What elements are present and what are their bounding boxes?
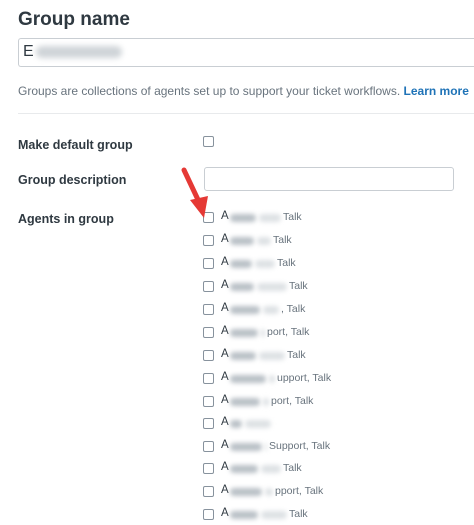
agent-role: pport, Talk <box>275 485 324 497</box>
agent-name-initial: A <box>221 371 229 383</box>
agents-in-group-label: Agents in group <box>18 212 114 226</box>
redacted-agent-role <box>261 329 265 337</box>
agent-row[interactable]: A Talk <box>203 233 463 249</box>
redacted-agent-role <box>255 260 275 268</box>
agent-role: Talk <box>289 280 308 292</box>
agent-role: Talk <box>283 211 302 223</box>
redacted-agent-role <box>245 420 271 428</box>
agent-role: , Talk <box>281 303 306 315</box>
agent-row[interactable]: Aupport, Talk <box>203 371 463 387</box>
group-name-title: Group name <box>18 9 130 30</box>
agent-checkbox[interactable] <box>203 327 214 338</box>
agent-checkbox[interactable] <box>203 463 214 474</box>
agent-row[interactable]: A Talk <box>203 507 463 523</box>
agent-row[interactable]: A Support, Talk <box>203 439 463 455</box>
group-form: Group name E Groups are collections of a… <box>0 0 474 525</box>
redacted-agent-role <box>259 352 285 360</box>
agent-checkbox[interactable] <box>203 509 214 520</box>
agent-row[interactable]: A , Talk <box>203 302 463 318</box>
agent-row[interactable]: Aport, Talk <box>203 394 463 410</box>
redacted-agent-name <box>230 420 242 428</box>
learn-more-link[interactable]: Learn more <box>404 84 469 98</box>
redacted-agent-role <box>263 398 269 406</box>
agent-role: port, Talk <box>267 326 310 338</box>
agent-role: Talk <box>277 257 296 269</box>
agent-row[interactable]: A Talk <box>203 210 463 226</box>
agent-name-initial: A <box>221 256 229 268</box>
agent-name-initial: A <box>221 394 229 406</box>
agent-role: Talk <box>283 462 302 474</box>
redacted-agent-name <box>230 443 262 451</box>
agent-checkbox[interactable] <box>203 373 214 384</box>
agent-checkbox[interactable] <box>203 258 214 269</box>
agent-row[interactable]: Apport, Talk <box>203 484 463 500</box>
agent-name-initial: A <box>221 279 229 291</box>
agent-name-initial: A <box>221 302 229 314</box>
group-description-input[interactable] <box>204 167 454 191</box>
redacted-agent-role <box>265 443 267 451</box>
default-group-checkbox[interactable] <box>203 136 214 147</box>
agent-checkbox[interactable] <box>203 396 214 407</box>
redacted-agent-name <box>230 375 266 383</box>
redacted-agent-name <box>230 329 258 337</box>
redacted-agent-name <box>230 214 256 222</box>
agent-checkbox[interactable] <box>203 418 214 429</box>
agent-name-initial: A <box>221 461 229 473</box>
agent-row[interactable]: A Talk <box>203 348 463 364</box>
redacted-agent-role <box>261 511 287 519</box>
agent-row[interactable]: Aport, Talk <box>203 325 463 341</box>
agent-name-initial: A <box>221 416 229 428</box>
divider <box>18 113 474 114</box>
agent-role: Support, Talk <box>269 440 331 452</box>
agent-checkbox[interactable] <box>203 304 214 315</box>
redacted-agent-role <box>261 465 281 473</box>
redacted-agent-name <box>230 488 262 496</box>
help-description: Groups are collections of agents set up … <box>18 84 401 98</box>
redacted-agent-role <box>257 283 287 291</box>
agent-name-initial: A <box>221 233 229 245</box>
agent-checkbox[interactable] <box>203 235 214 246</box>
agent-role: Talk <box>287 349 306 361</box>
agent-row[interactable]: A Talk <box>203 279 463 295</box>
redacted-agent-name <box>230 352 256 360</box>
agent-role: Talk <box>273 234 292 246</box>
default-group-label: Make default group <box>18 138 133 152</box>
agent-checkbox[interactable] <box>203 281 214 292</box>
red-arrow-icon <box>181 167 208 218</box>
group-name-value: E <box>23 43 34 60</box>
agent-name-initial: A <box>221 439 229 451</box>
agent-row[interactable]: A Talk <box>203 461 463 477</box>
agent-checkbox[interactable] <box>203 486 214 497</box>
agent-name-initial: A <box>221 507 229 519</box>
agent-role: port, Talk <box>271 395 314 407</box>
agent-name-initial: A <box>221 325 229 337</box>
redacted-agent-role <box>269 375 275 383</box>
redacted-agent-name <box>230 398 260 406</box>
redacted-agent-name <box>230 283 254 291</box>
redacted-text <box>35 45 122 58</box>
agent-name-initial: A <box>221 210 229 222</box>
redacted-agent-role <box>265 488 273 496</box>
redacted-agent-name <box>230 511 258 519</box>
group-description-label: Group description <box>18 173 127 187</box>
agent-checkbox[interactable] <box>203 441 214 452</box>
agent-checkbox[interactable] <box>203 350 214 361</box>
redacted-agent-name <box>230 237 254 245</box>
group-help-text: Groups are collections of agents set up … <box>18 84 469 98</box>
agent-role: upport, Talk <box>277 372 332 384</box>
redacted-agent-name <box>230 260 252 268</box>
agent-role: Talk <box>289 508 308 520</box>
redacted-agent-name <box>230 306 260 314</box>
redacted-agent-role <box>259 214 281 222</box>
group-name-input[interactable]: E <box>18 38 474 67</box>
agent-name-initial: A <box>221 348 229 360</box>
redacted-agent-name <box>230 465 258 473</box>
agent-row[interactable]: A <box>203 416 463 432</box>
redacted-agent-role <box>257 237 271 245</box>
agent-row[interactable]: A Talk <box>203 256 463 272</box>
redacted-agent-role <box>263 306 279 314</box>
agent-name-initial: A <box>221 484 229 496</box>
